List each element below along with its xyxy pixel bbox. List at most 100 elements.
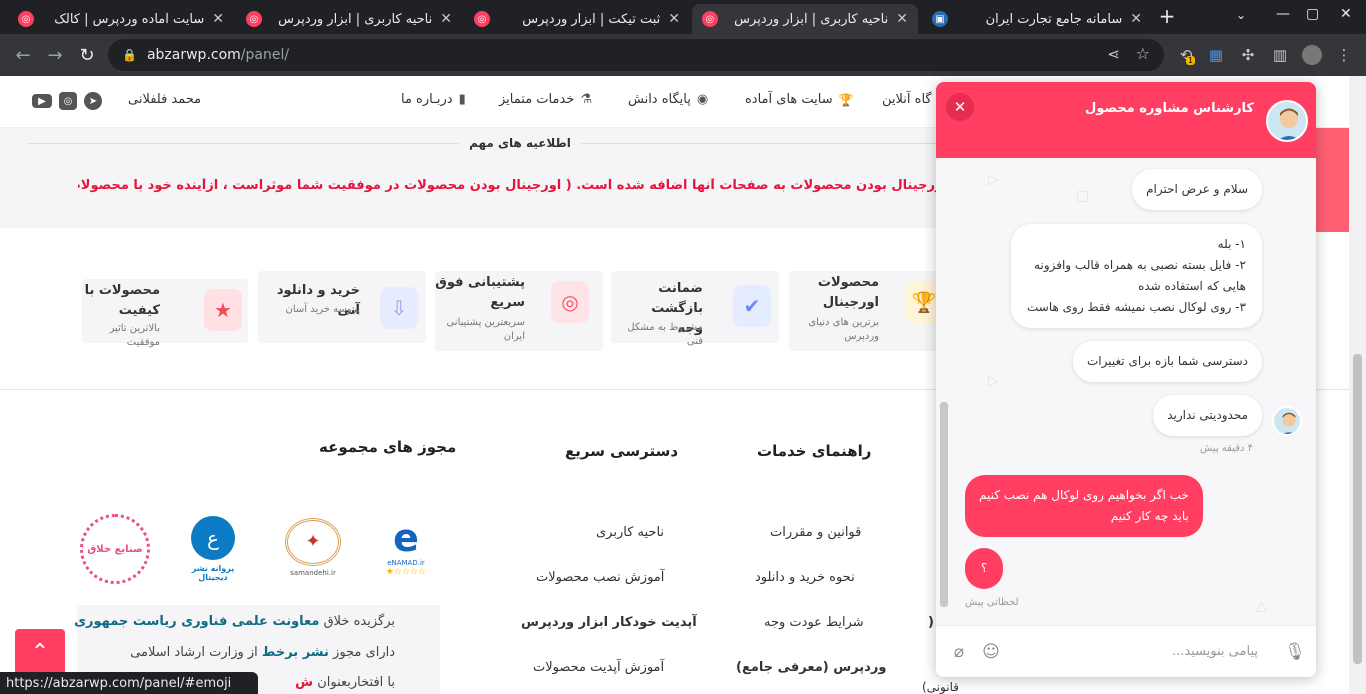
reload-icon[interactable]: ↻: [76, 44, 98, 66]
scroll-to-top-button[interactable]: ⌃: [15, 629, 65, 675]
status-bar-url: https://abzarwp.com/panel/#emoji: [0, 672, 258, 694]
badge-label: samandehi.ir: [290, 568, 336, 577]
agent-avatar: [1266, 100, 1308, 142]
youtube-icon[interactable]: ▶: [32, 94, 52, 108]
digital-license-badge[interactable]: ع پروانه نشر دیجیتال: [178, 512, 248, 586]
tab-title: سامانه جامع تجارت ایران: [985, 11, 1123, 27]
puzzle-extensions-icon[interactable]: ✣: [1238, 45, 1258, 65]
browser-menu-icon[interactable]: ⋮: [1334, 45, 1354, 65]
digital-license-logo-icon: ع: [191, 516, 235, 560]
extension-icon[interactable]: ⟲ 1: [1176, 45, 1196, 65]
agent-message: محدودیتی ندارید: [1153, 395, 1262, 436]
quick-link[interactable]: آموزش آپدیت محصولات: [533, 660, 664, 675]
tab-title: ثبت تیکت | ابزار وردپرس: [522, 11, 661, 27]
page-scrollbar[interactable]: [1349, 76, 1366, 694]
samandehi-logo-icon: ✦: [285, 517, 341, 566]
profile-avatar[interactable]: [1302, 45, 1322, 65]
feature-subtitle: مشروط به مشکل فنی: [627, 322, 703, 347]
browser-toolbar: ← → ↻ 🔒 abzarwp.com/panel/ ⋖ ☆ ⟲ 1 ▦ ✣ ▥ …: [0, 34, 1366, 76]
side-panel-icon[interactable]: ▥: [1270, 45, 1290, 65]
microphone-icon[interactable]: 🎙: [1284, 641, 1306, 663]
guide-link[interactable]: نحوه خرید و دانلود: [755, 570, 855, 585]
tab-search-icon[interactable]: ⌄: [1236, 8, 1246, 22]
translate-extension-icon[interactable]: ▦: [1206, 45, 1226, 65]
menu-item-ready-sites[interactable]: 🏆 سایت های آماده: [745, 92, 854, 107]
guide-title: راهنمای خدمات: [757, 442, 872, 460]
user-message-time: لحظاتی پیش: [965, 597, 1019, 608]
quick-link[interactable]: آموزش نصب محصولات: [536, 570, 664, 585]
telegram-icon[interactable]: ➤: [84, 92, 102, 110]
close-tab-icon[interactable]: ✕: [440, 11, 452, 27]
agent-avatar-icon: [1274, 408, 1300, 434]
tab-favicon-icon: ▣: [932, 11, 948, 27]
close-tab-icon[interactable]: ✕: [668, 11, 680, 27]
menu-item-services[interactable]: ⚗ خدمات متمایز: [499, 92, 592, 107]
chevron-up-icon: ⌃: [30, 639, 50, 665]
tab-title: ناحیه کاربری | ابزار وردپرس: [278, 11, 433, 27]
feature-instant-download: ⇩ خرید و دانلود آنی پروسه خرید آسان: [258, 271, 426, 343]
tab-title: سایت آماده وردپرس | کالک: [54, 11, 205, 27]
guide-link[interactable]: وردپرس (معرفی جامع): [736, 660, 886, 675]
quick-link[interactable]: ناحیه کاربری: [596, 525, 664, 540]
bookmark-star-icon[interactable]: ☆: [1136, 44, 1150, 63]
forward-icon[interactable]: →: [44, 44, 66, 66]
address-bar[interactable]: 🔒 abzarwp.com/panel/ ⋖ ☆: [108, 39, 1164, 71]
licenses-title: مجوز های مجموعه: [319, 438, 457, 456]
agent-message: سلام و عرض احترام: [1132, 169, 1262, 210]
guide-link[interactable]: شرایط عودت وجه: [764, 615, 864, 630]
agent-avatar-icon: [1268, 102, 1306, 140]
feature-money-back: ✔ ضمانت بازگشت وجه مشروط به مشکل فنی: [611, 271, 779, 347]
feature-quality-products: ★ محصولات با کیفیت بالاترین تاثیر موفقیت: [82, 279, 248, 348]
quick-link[interactable]: آپدیت خودکار ابزار وردپرس: [521, 615, 697, 630]
chat-messages: ▷ ▢ ▷ ○ △ ▢ سلام و عرض احترام ۱- بله ۲- …: [936, 158, 1316, 625]
menu-item-label: گاه آنلاین: [882, 92, 932, 107]
enamad-badge[interactable]: e eNAMAD.ir ★☆☆☆☆: [376, 512, 436, 582]
close-window-icon[interactable]: ✕: [1340, 6, 1352, 22]
lock-icon: 🔒: [122, 48, 137, 62]
url-path: /panel/: [240, 47, 290, 63]
feature-subtitle: بالاترین تاثیر موفقیت: [109, 323, 160, 348]
close-tab-icon[interactable]: ✕: [212, 11, 224, 27]
chat-scrollbar[interactable]: [940, 402, 948, 607]
feature-subtitle: سریعترین پشتیبانی ایران: [446, 317, 525, 342]
menu-item-about[interactable]: ▮ دربـاره ما: [401, 92, 466, 107]
close-tab-icon[interactable]: ✕: [896, 11, 908, 27]
attachment-icon[interactable]: ⌀: [948, 641, 970, 663]
guide-link[interactable]: قوانین و مقررات: [770, 525, 861, 540]
download-icon: ⇩: [380, 287, 418, 329]
chat-message-input[interactable]: پیامی بنویسید...: [1172, 644, 1258, 659]
tab-title: ناحیه کاربری | ابزار وردپرس: [734, 11, 889, 27]
maximize-icon[interactable]: ▢: [1306, 6, 1319, 22]
minimize-icon[interactable]: —: [1276, 6, 1290, 22]
browser-tab[interactable]: ✕ ثبت تیکت | ابزار وردپرس ◎: [464, 4, 690, 34]
agent-message-time: ۴ دقیقه پیش: [1200, 443, 1253, 454]
new-tab-button[interactable]: +: [1156, 4, 1178, 28]
edge-text: (: [928, 615, 934, 630]
browser-tab[interactable]: ✕ سایت آماده وردپرس | کالک ◎: [8, 4, 234, 34]
browser-tab[interactable]: ✕ ناحیه کاربری | ابزار وردپرس ◎: [236, 4, 462, 34]
close-tab-icon[interactable]: ✕: [1130, 11, 1142, 27]
feature-subtitle: برترین های دنیای وردپرس: [808, 317, 879, 342]
notice-title: اطلاعیه های مهم: [0, 136, 1040, 150]
share-icon[interactable]: ⋖: [1107, 45, 1120, 63]
instagram-icon[interactable]: ◎: [59, 92, 77, 110]
user-message: ؟: [965, 548, 1003, 589]
samandehi-badge[interactable]: ✦ samandehi.ir: [278, 512, 348, 582]
enamad-logo-icon: e: [393, 516, 419, 560]
emoji-icon[interactable]: ☺: [980, 641, 1002, 663]
trophy-icon: 🏆: [838, 92, 854, 107]
feature-subtitle: پروسه خرید آسان: [285, 304, 360, 315]
feature-title: پشتیبانی فوق سریع: [435, 275, 525, 310]
browser-tab[interactable]: ✕ سامانه جامع تجارت ایران ▣: [922, 4, 1152, 34]
creative-industries-badge[interactable]: صنایع خلاق: [78, 508, 152, 590]
book-icon: ▮: [458, 92, 466, 107]
tab-favicon-icon: ◎: [474, 11, 490, 27]
page-scrollbar-thumb[interactable]: [1353, 354, 1362, 664]
chat-close-button[interactable]: ✕: [946, 93, 974, 121]
browser-tab-active[interactable]: ✕ ناحیه کاربری | ابزار وردپرس ◎: [692, 4, 918, 34]
browser-tab-strip: ✕ سامانه جامع تجارت ایران ▣ ✕ ناحیه کارب…: [0, 0, 1366, 34]
creative-logo-icon: صنایع خلاق: [80, 514, 150, 584]
back-icon[interactable]: ←: [12, 44, 34, 66]
menu-item-knowledge-base[interactable]: ◉ پایگاه دانش: [628, 92, 708, 107]
user-name-link[interactable]: محمد فلفلانی: [128, 92, 201, 107]
